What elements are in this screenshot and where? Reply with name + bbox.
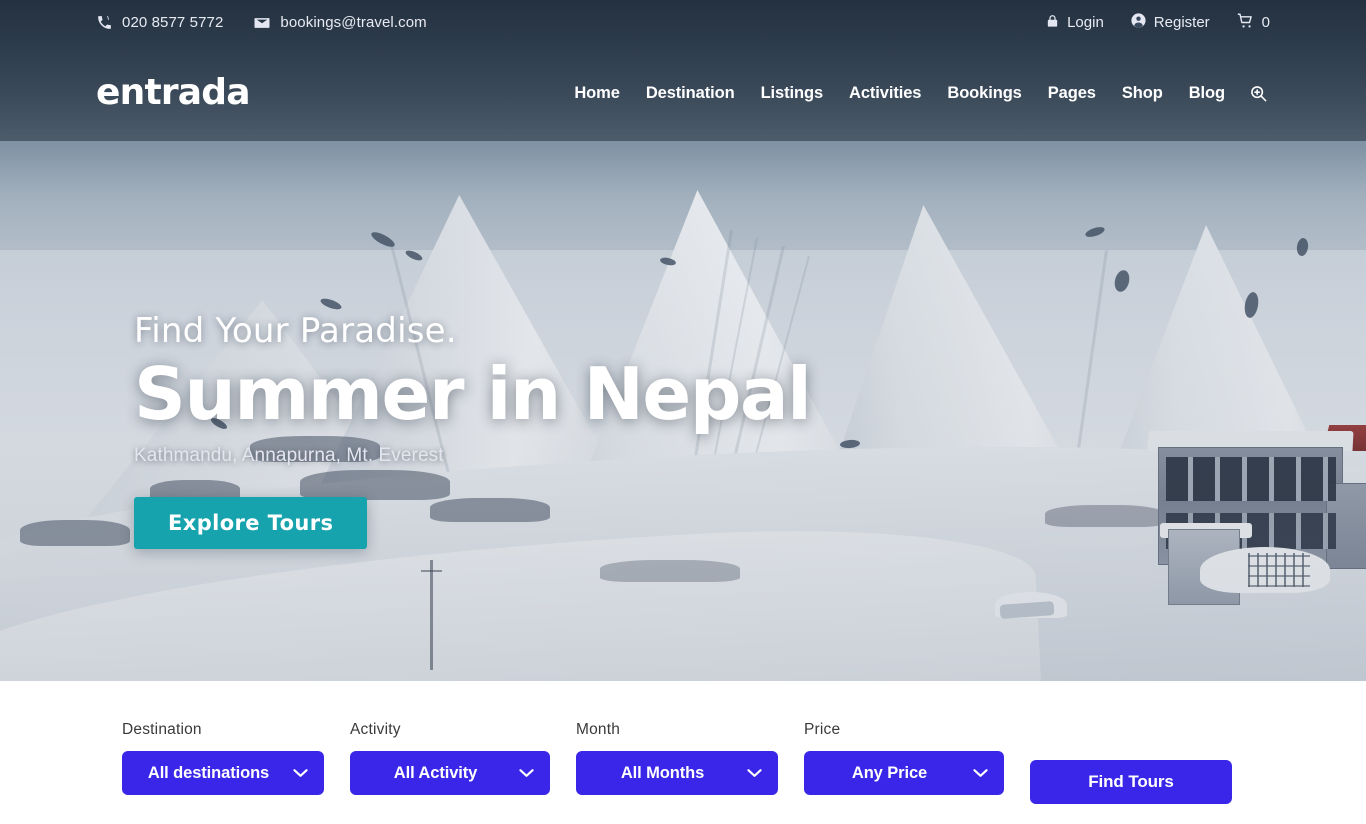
- nav-item-home[interactable]: Home: [574, 84, 620, 103]
- phone-link[interactable]: 020 8577 5772: [96, 14, 223, 31]
- hero-content: Find Your Paradise. Summer in Nepal Kath…: [134, 311, 812, 549]
- month-label: Month: [576, 721, 621, 738]
- destination-select[interactable]: All destinations: [122, 751, 324, 795]
- filter-price: Price Any Price: [804, 721, 1004, 795]
- activity-select[interactable]: All Activity: [350, 751, 550, 795]
- login-label: Login: [1067, 14, 1104, 31]
- site-logo[interactable]: entrada: [96, 75, 251, 111]
- hero-eyebrow: Find Your Paradise.: [134, 311, 457, 351]
- email-link[interactable]: bookings@travel.com: [253, 14, 427, 32]
- chevron-down-icon: [747, 764, 762, 783]
- site-header: 020 8577 5772 bookings@travel.com Login …: [0, 0, 1366, 141]
- nav-item-listings[interactable]: Listings: [761, 84, 824, 103]
- search-toggle-button[interactable]: [1247, 82, 1270, 105]
- login-link[interactable]: Login: [1045, 13, 1104, 33]
- find-tours-button[interactable]: Find Tours: [1030, 760, 1232, 804]
- month-value: All Months: [620, 763, 705, 782]
- price-select[interactable]: Any Price: [804, 751, 1004, 795]
- main-navigation-bar: entrada Home Destination Listings Activi…: [0, 45, 1366, 141]
- nav-item-activities[interactable]: Activities: [849, 84, 921, 103]
- email-address: bookings@travel.com: [280, 14, 427, 31]
- nav-item-destination[interactable]: Destination: [646, 84, 735, 103]
- chevron-down-icon: [973, 764, 988, 783]
- primary-nav: Home Destination Listings Activities Boo…: [574, 82, 1270, 105]
- month-select[interactable]: All Months: [576, 751, 778, 795]
- lock-icon: [1045, 13, 1060, 33]
- cart-icon: [1236, 12, 1255, 34]
- nav-item-shop[interactable]: Shop: [1122, 84, 1163, 103]
- tour-search-filter-bar: Destination All destinations Activity Al…: [0, 681, 1366, 824]
- activity-label: Activity: [350, 721, 401, 738]
- activity-value: All Activity: [393, 763, 478, 782]
- chevron-down-icon: [293, 764, 308, 783]
- user-icon: [1130, 12, 1147, 33]
- explore-tours-button[interactable]: Explore Tours: [134, 496, 368, 549]
- cart-link[interactable]: 0: [1236, 12, 1270, 34]
- contact-group: 020 8577 5772 bookings@travel.com: [96, 14, 427, 32]
- register-label: Register: [1153, 14, 1210, 31]
- hero-subtitle: Kathmandu, Annapurna, Mt. Everest: [134, 444, 444, 466]
- cart-count: 0: [1261, 14, 1270, 31]
- top-utility-bar: 020 8577 5772 bookings@travel.com Login …: [0, 0, 1366, 45]
- mail-icon: [253, 14, 271, 32]
- nav-item-bookings[interactable]: Bookings: [947, 84, 1021, 103]
- nav-item-blog[interactable]: Blog: [1189, 84, 1225, 103]
- hero-banner: 020 8577 5772 bookings@travel.com Login …: [0, 0, 1366, 681]
- account-group: Login Register 0: [1045, 12, 1270, 34]
- destination-value: All destinations: [147, 763, 270, 782]
- phone-number: 020 8577 5772: [122, 14, 224, 31]
- chevron-down-icon: [519, 764, 534, 783]
- price-label: Price: [804, 721, 841, 738]
- destination-label: Destination: [122, 721, 202, 738]
- register-link[interactable]: Register: [1130, 12, 1210, 33]
- search-icon: [1249, 85, 1268, 106]
- phone-icon: [96, 14, 113, 31]
- nav-item-pages[interactable]: Pages: [1048, 84, 1096, 103]
- filter-month: Month All Months: [576, 721, 778, 795]
- hero-headline: Summer in Nepal: [134, 352, 812, 437]
- price-value: Any Price: [851, 763, 928, 782]
- filter-destination: Destination All destinations: [122, 721, 324, 795]
- filter-activity: Activity All Activity: [350, 721, 550, 795]
